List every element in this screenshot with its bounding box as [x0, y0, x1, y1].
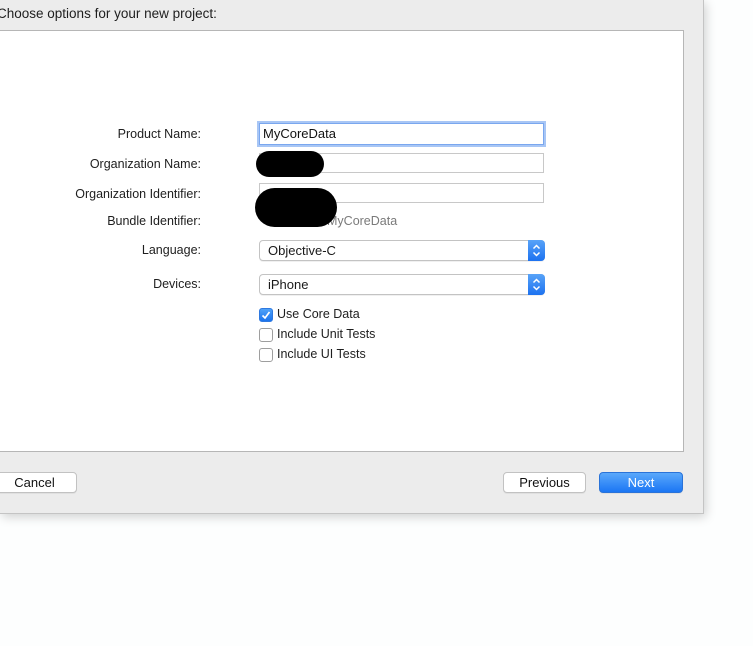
redaction-mark: [256, 151, 324, 177]
devices-popup[interactable]: iPhone: [259, 274, 545, 295]
include-unit-tests-checkbox[interactable]: [259, 328, 273, 342]
popup-arrows-icon: [528, 240, 545, 261]
language-value: Objective-C: [268, 243, 336, 258]
devices-label: Devices:: [153, 277, 201, 291]
language-label: Language:: [141, 243, 201, 257]
include-ui-tests-label[interactable]: Include UI Tests: [277, 347, 366, 361]
bundle-identifier-value: MyCoreData: [327, 214, 398, 228]
product-name-label: Product Name:: [117, 127, 201, 141]
bundle-identifier-label: Bundle Identifier:: [107, 214, 201, 228]
language-popup[interactable]: Objective-C: [259, 240, 545, 261]
product-name-field[interactable]: MyCoreData: [259, 123, 544, 145]
cancel-button[interactable]: Cancel: [0, 472, 77, 493]
use-core-data-label[interactable]: Use Core Data: [277, 307, 360, 321]
sheet-title: Choose options for your new project:: [0, 6, 217, 21]
use-core-data-checkbox[interactable]: [259, 308, 273, 322]
organization-identifier-label: Organization Identifier:: [75, 187, 201, 201]
project-options-sheet: Choose options for your new project: Pro…: [0, 0, 704, 514]
popup-arrows-icon: [528, 274, 545, 295]
checkmark-icon: [261, 311, 271, 320]
redaction-mark: [255, 188, 337, 227]
include-unit-tests-label[interactable]: Include Unit Tests: [277, 327, 375, 341]
organization-name-label: Organization Name:: [89, 157, 201, 171]
devices-value: iPhone: [268, 277, 309, 292]
include-ui-tests-checkbox[interactable]: [259, 348, 273, 362]
previous-button[interactable]: Previous: [503, 472, 586, 493]
next-button[interactable]: Next: [599, 472, 683, 493]
